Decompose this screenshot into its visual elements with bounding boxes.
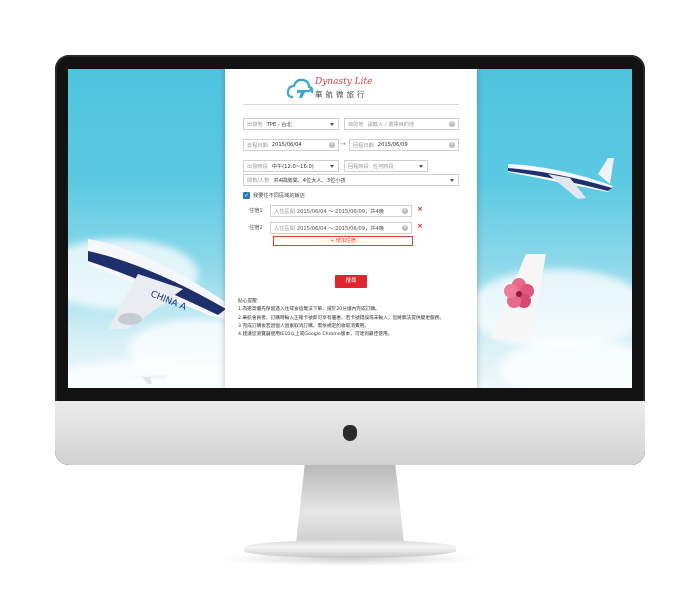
screen: CHINA A Dynasty Lite 華航微旅行 出發地 TPE - 台北 … (68, 69, 632, 388)
origin-select[interactable]: 出發地 TPE - 台北 (243, 118, 339, 130)
depart-date-value: 2015/06/04 (271, 142, 302, 148)
depart-time-select[interactable]: 出發時段 中午(12:0~16:0) (243, 160, 339, 172)
chevron-down-icon (330, 123, 334, 126)
rooms-guests-label: 間數/人數 (247, 177, 270, 184)
time-row: 出發時段 中午(12:0~16:0) 回程時段 任何時段 (243, 160, 459, 174)
notes-item: 2.華航會員者，訂購時輸入正確卡號即可享有優惠，若卡號錯誤或未輸入，您將無法提供… (238, 315, 445, 321)
cloud (498, 339, 632, 388)
chevron-down-icon (419, 165, 423, 168)
stay-row-1: 住宿1 入住區間 2015/06/04 ～ 2015/06/09，共4晚 × × (243, 205, 459, 217)
destination-placeholder: 請輸入 / 選擇目的地 (367, 121, 415, 128)
checkbox-checked-icon[interactable]: ✓ (243, 192, 250, 199)
multi-hotel-label: 我要住不同區域的飯店 (253, 193, 305, 199)
chevron-down-icon (330, 165, 334, 168)
clear-icon[interactable]: × (402, 225, 408, 231)
stay-row-2: 住宿2 入住區間 2015/06/04 ～ 2015/06/09，共4晚 × × (243, 222, 459, 234)
notes-item: 1.為搶高優先保留過入住或食宿無法下單，請於20分鐘內完成訂購。 (238, 307, 380, 313)
return-time-select[interactable]: 回程時段 任何時段 (344, 160, 428, 172)
return-time-placeholder: 任何時段 (372, 163, 394, 170)
clear-icon[interactable]: × (449, 121, 455, 127)
monitor: CHINA A Dynasty Lite 華航微旅行 出發地 TPE - 台北 … (55, 55, 645, 465)
header-divider (243, 104, 459, 105)
destination-input[interactable]: 目的地 請輸入 / 選擇目的地 × (344, 118, 459, 130)
monitor-stand (296, 465, 404, 543)
booking-panel: Dynasty Lite 華航微旅行 出發地 TPE - 台北 目的地 請輸入 … (225, 69, 477, 388)
stay-date-range-field[interactable]: 入住區間 2015/06/04 ～ 2015/06/09，共4晚 × (270, 205, 412, 217)
notes-item: 4.建議您瀏覽器使用IE10以上或Google Chrome版本，可達到最佳使用… (238, 332, 393, 338)
return-date-value: 2015/06/09 (377, 142, 408, 148)
cloud-plane-icon (287, 78, 313, 99)
return-date-label: 回程日期 (353, 142, 374, 149)
stay-value: 2015/06/04 ～ 2015/06/09，共4晚 (296, 208, 384, 215)
airplane-right (508, 158, 614, 199)
depart-date-label: 去程日期 (247, 142, 268, 149)
return-time-label: 回程時段 (348, 163, 369, 170)
brand-name-en: Dynasty Lite (315, 77, 373, 87)
chevron-down-icon (450, 179, 454, 182)
airplane-tail-blossom (491, 254, 546, 339)
monitor-stand-base (244, 540, 456, 558)
remove-stay-icon[interactable]: × (417, 205, 423, 213)
brand-name-zh: 華航微旅行 (315, 90, 368, 99)
notes-section: 貼心提醒: 1.為搶高優先保留過入住或食宿無法下單，請於20分鐘內完成訂購。 2… (238, 298, 470, 339)
notes-item: 3.完成訂購後若因個人因素取消訂購，需依規定酌收取消費用。 (238, 323, 370, 329)
origin-label: 出發地 (247, 121, 263, 128)
airplane-left: CHINA A (88, 239, 232, 329)
multi-hotel-checkbox[interactable]: ✓ 我要住不同區域的飯店 (243, 192, 305, 199)
origin-value: TPE - 台北 (266, 121, 292, 128)
destination-label: 目的地 (348, 121, 364, 128)
rooms-guests-value: 共4間房間、4位大人、3位小孩 (273, 177, 346, 184)
stay-label: 住宿2 (249, 225, 263, 231)
stay-date-range-field[interactable]: 入住區間 2015/06/04 ～ 2015/06/09，共4晚 × (270, 222, 412, 234)
return-date-field[interactable]: 回程日期 2015/06/09 × (349, 139, 459, 151)
airplane-small (128, 375, 168, 384)
rooms-guests-select[interactable]: 間數/人數 共4間房間、4位大人、3位小孩 (243, 174, 459, 186)
depart-date-field[interactable]: 去程日期 2015/06/04 × (243, 139, 339, 151)
notes-title: 貼心提醒: (238, 299, 259, 304)
stay-placeholder: 入住區間 (274, 225, 295, 232)
brand-logo: Dynasty Lite 華航微旅行 (287, 75, 417, 103)
dates-row: 去程日期 2015/06/04 × → 回程日期 2015/06/09 × (243, 139, 459, 153)
guests-row: 間數/人數 共4間房間、4位大人、3位小孩 (243, 174, 459, 188)
clear-icon[interactable]: × (402, 208, 408, 214)
clear-icon[interactable]: × (329, 142, 335, 148)
remove-stay-icon[interactable]: × (417, 222, 423, 230)
route-row: 出發地 TPE - 台北 目的地 請輸入 / 選擇目的地 × (243, 118, 459, 132)
search-button[interactable]: 搜尋 (335, 275, 367, 288)
apple-logo-icon (343, 425, 357, 441)
arrow-right-icon: → (340, 140, 346, 148)
add-stay-button[interactable]: + 增加住宿 (273, 236, 413, 246)
stay-value: 2015/06/04 ～ 2015/06/09，共4晚 (296, 225, 384, 232)
clear-icon[interactable]: × (449, 142, 455, 148)
stay-label: 住宿1 (249, 208, 263, 214)
depart-time-label: 出發時段 (247, 163, 268, 170)
stay-placeholder: 入住區間 (274, 208, 295, 215)
depart-time-value: 中午(12:0~16:0) (271, 163, 314, 170)
